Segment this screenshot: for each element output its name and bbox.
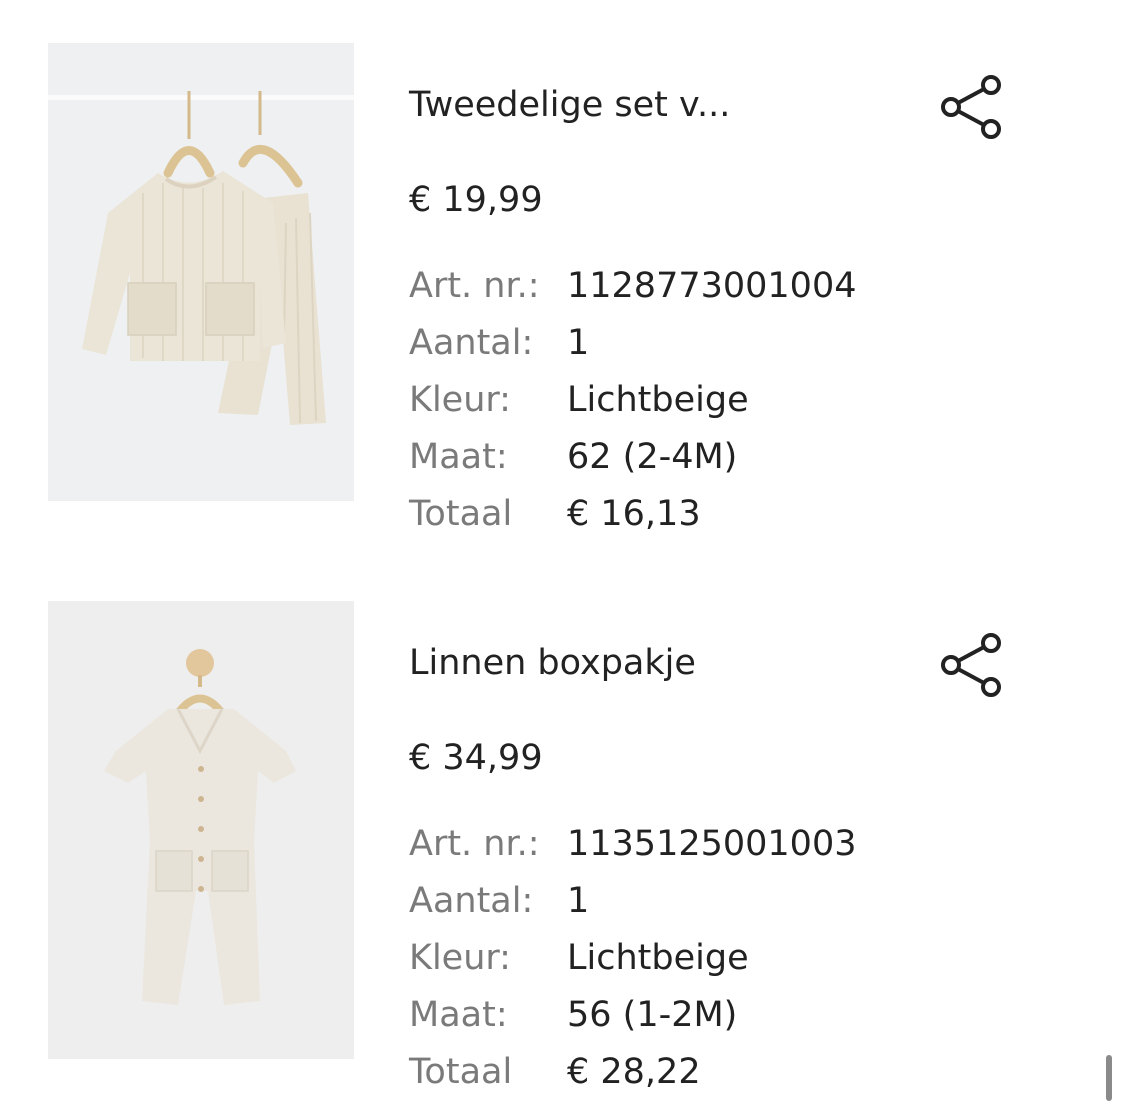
detail-value: € 28,22 (567, 1052, 701, 1092)
detail-value: 1 (567, 881, 590, 921)
detail-row-size: Maat: 62 (2-4M) (409, 435, 969, 492)
detail-row-color: Kleur: Lichtbeige (409, 378, 969, 435)
detail-value: 1135125001003 (567, 824, 857, 864)
product-photo (48, 601, 354, 1059)
detail-value: 62 (2-4M) (567, 437, 738, 477)
product-details: Art. nr.: 1128773001004 Aantal: 1 Kleur:… (409, 264, 969, 549)
share-icon (941, 75, 1001, 139)
detail-label: Totaal (409, 1052, 513, 1092)
detail-label: Totaal (409, 494, 513, 534)
detail-row-size: Maat: 56 (1-2M) (409, 993, 969, 1050)
detail-label: Art. nr.: (409, 266, 540, 306)
share-button[interactable] (936, 629, 1008, 701)
detail-value: € 16,13 (567, 494, 701, 534)
scrollbar[interactable] (1106, 1055, 1112, 1101)
share-icon (941, 633, 1001, 697)
product-image-two-piece-set[interactable] (48, 43, 354, 501)
product-price: € 34,99 (409, 738, 543, 778)
product-details: Art. nr.: 1135125001003 Aantal: 1 Kleur:… (409, 822, 969, 1107)
product-title[interactable]: Tweedelige set v... (409, 83, 730, 127)
product-item: Linnen boxpakje € 34,99 Art. nr.: 113512… (0, 601, 1125, 1092)
detail-value: Lichtbeige (567, 938, 749, 978)
detail-row-color: Kleur: Lichtbeige (409, 936, 969, 993)
product-photo (48, 43, 354, 501)
share-button[interactable] (936, 71, 1008, 143)
product-image-linen-romper[interactable] (48, 601, 354, 1059)
detail-label: Aantal: (409, 881, 534, 921)
product-title[interactable]: Linnen boxpakje (409, 641, 696, 685)
detail-row-quantity: Aantal: 1 (409, 879, 969, 936)
detail-value: 56 (1-2M) (567, 995, 738, 1035)
product-item: Tweedelige set v... € 19,99 Art. nr.: 11… (0, 43, 1125, 534)
product-price: € 19,99 (409, 180, 543, 220)
detail-label: Maat: (409, 437, 508, 477)
detail-row-article-number: Art. nr.: 1128773001004 (409, 264, 969, 321)
detail-row-article-number: Art. nr.: 1135125001003 (409, 822, 969, 879)
detail-label: Kleur: (409, 938, 511, 978)
detail-value: Lichtbeige (567, 380, 749, 420)
detail-label: Kleur: (409, 380, 511, 420)
detail-value: 1 (567, 323, 590, 363)
detail-label: Maat: (409, 995, 508, 1035)
detail-label: Aantal: (409, 323, 534, 363)
detail-row-total: Totaal € 16,13 (409, 492, 969, 549)
detail-row-quantity: Aantal: 1 (409, 321, 969, 378)
detail-label: Art. nr.: (409, 824, 540, 864)
detail-value: 1128773001004 (567, 266, 857, 306)
detail-row-total: Totaal € 28,22 (409, 1050, 969, 1107)
